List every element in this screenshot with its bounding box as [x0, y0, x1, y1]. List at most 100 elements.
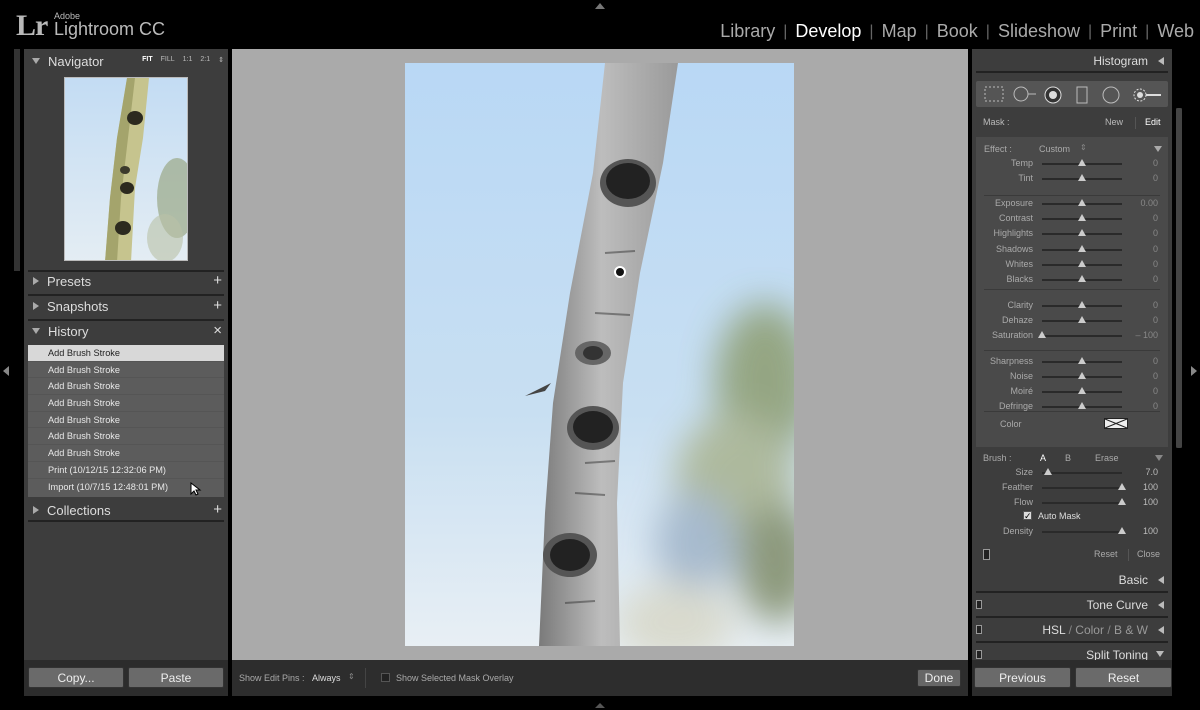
slider-track[interactable] [1042, 335, 1122, 337]
slider-value[interactable]: 0 [1153, 274, 1158, 284]
slider-temp[interactable]: Temp 0 [976, 157, 1168, 171]
snapshots-header[interactable]: Snapshots + [24, 294, 228, 318]
radial-filter-icon[interactable] [1102, 86, 1120, 104]
slider-value[interactable]: 0 [1153, 158, 1158, 168]
slider-value[interactable]: 0 [1153, 300, 1158, 310]
presets-header[interactable]: Presets + [24, 269, 228, 293]
left-panel-scrollbar[interactable] [14, 49, 20, 271]
slider-value[interactable]: 0 [1153, 213, 1158, 223]
collapse-right-panel-icon[interactable] [1191, 366, 1197, 376]
slider-track[interactable] [1042, 487, 1122, 489]
add-snapshot-icon[interactable]: + [213, 297, 222, 314]
paste-settings-button[interactable]: Paste [128, 667, 224, 688]
slider-moir[interactable]: Moiré 0 [976, 385, 1168, 399]
slider-saturation[interactable]: Saturation – 100 [976, 329, 1168, 343]
slider-thumb[interactable] [1078, 316, 1086, 323]
collapse-left-panel-icon[interactable] [3, 366, 9, 376]
split-toning-panel-header[interactable]: Split Toning [972, 643, 1172, 660]
color-tab[interactable]: Color [1075, 623, 1104, 637]
slider-noise[interactable]: Noise 0 [976, 370, 1168, 384]
brush-size-slider[interactable]: Size 7.0 [976, 466, 1168, 480]
basic-panel-header[interactable]: Basic [972, 568, 1172, 592]
slider-value[interactable]: 0 [1153, 244, 1158, 254]
mask-new-button[interactable]: New [1105, 117, 1123, 127]
slider-blacks[interactable]: Blacks 0 [976, 273, 1168, 287]
history-item[interactable]: Add Brush Stroke [28, 428, 224, 446]
module-library[interactable]: Library [712, 21, 783, 42]
slider-shadows[interactable]: Shadows 0 [976, 243, 1168, 257]
panel-switch-icon[interactable] [983, 549, 990, 560]
slider-thumb[interactable] [1078, 357, 1086, 364]
zoom-2-1[interactable]: 2:1 [200, 56, 210, 64]
zoom-fit[interactable]: FIT [142, 56, 153, 64]
slider-whites[interactable]: Whites 0 [976, 258, 1168, 272]
slider-value[interactable]: 0 [1153, 173, 1158, 183]
red-eye-icon[interactable] [1044, 86, 1062, 104]
slider-value[interactable]: 0 [1153, 228, 1158, 238]
slider-value[interactable]: 0 [1153, 356, 1158, 366]
collapse-filmstrip-icon[interactable] [595, 703, 605, 708]
crop-overlay-icon[interactable] [984, 86, 1004, 102]
history-item[interactable]: Add Brush Stroke [28, 345, 224, 362]
slider-value[interactable]: – 100 [1135, 330, 1158, 340]
slider-thumb[interactable] [1078, 402, 1086, 409]
navigator-header[interactable]: Navigator FIT FILL 1:1 2:1 ⇕ [24, 49, 228, 73]
brush-density-slider[interactable]: Density 100 [976, 525, 1168, 539]
photo-preview[interactable] [405, 63, 794, 646]
slider-thumb[interactable] [1118, 483, 1126, 490]
edit-pin-icon[interactable] [614, 266, 626, 278]
slider-thumb[interactable] [1078, 372, 1086, 379]
hsl-panel-header[interactable]: HSL / Color / B & W [972, 618, 1172, 642]
color-swatch-icon[interactable] [1104, 418, 1128, 429]
brush-reset-button[interactable]: Reset [1094, 549, 1118, 559]
auto-mask-checkbox[interactable]: ✓ [1023, 511, 1032, 521]
panel-switch-icon[interactable] [976, 650, 982, 659]
module-develop[interactable]: Develop [787, 21, 869, 42]
scrollbar-thumb[interactable] [1176, 108, 1182, 448]
hsl-tab[interactable]: HSL [1042, 623, 1065, 637]
copy-settings-button[interactable]: Copy... [28, 667, 124, 688]
slider-track[interactable] [1042, 472, 1122, 474]
tone-curve-panel-header[interactable]: Tone Curve [972, 593, 1172, 617]
spot-removal-icon[interactable] [1012, 86, 1038, 102]
collections-header[interactable]: Collections + [24, 498, 228, 522]
slider-value[interactable]: 0.00 [1140, 198, 1158, 208]
slider-value[interactable]: 0 [1153, 401, 1158, 411]
slider-thumb[interactable] [1078, 174, 1086, 181]
add-collection-icon[interactable]: + [213, 501, 222, 518]
slider-exposure[interactable]: Exposure 0.00 [976, 197, 1168, 211]
previous-button[interactable]: Previous [974, 667, 1071, 688]
brush-close-button[interactable]: Close [1137, 549, 1160, 559]
slider-value[interactable]: 0 [1153, 259, 1158, 269]
slider-thumb[interactable] [1078, 229, 1086, 236]
add-preset-icon[interactable]: + [213, 272, 222, 289]
right-panel-scrollbar[interactable] [1176, 108, 1182, 448]
slider-thumb[interactable] [1078, 260, 1086, 267]
slider-thumb[interactable] [1078, 245, 1086, 252]
collapse-top-panel-icon[interactable] [595, 3, 605, 9]
slider-value[interactable]: 0 [1153, 315, 1158, 325]
history-item[interactable]: Print (10/12/15 12:32:06 PM) [28, 462, 224, 479]
slider-thumb[interactable] [1078, 159, 1086, 166]
slider-thumb[interactable] [1044, 468, 1053, 475]
history-item[interactable]: Add Brush Stroke [28, 445, 224, 462]
slider-sharpness[interactable]: Sharpness 0 [976, 355, 1168, 369]
brush-flow-slider[interactable]: Flow 100 [976, 496, 1168, 510]
brush-tab-b[interactable]: B [1065, 453, 1071, 463]
history-item[interactable]: Add Brush Stroke [28, 378, 224, 396]
module-print[interactable]: Print [1092, 21, 1145, 42]
zoom-1-1[interactable]: 1:1 [183, 56, 193, 64]
slider-tint[interactable]: Tint 0 [976, 172, 1168, 186]
module-book[interactable]: Book [929, 21, 986, 42]
brush-flow-value[interactable]: 100 [1143, 497, 1158, 507]
module-slideshow[interactable]: Slideshow [990, 21, 1088, 42]
panel-switch-icon[interactable] [976, 600, 982, 609]
slider-thumb[interactable] [1118, 527, 1126, 534]
slider-clarity[interactable]: Clarity 0 [976, 299, 1168, 313]
brush-collapse-icon[interactable] [1155, 455, 1163, 461]
histogram-header[interactable]: Histogram [972, 49, 1172, 73]
slider-thumb[interactable] [1038, 331, 1046, 338]
history-header[interactable]: History × [24, 319, 228, 343]
clear-history-icon[interactable]: × [213, 322, 222, 339]
done-button[interactable]: Done [917, 669, 961, 687]
